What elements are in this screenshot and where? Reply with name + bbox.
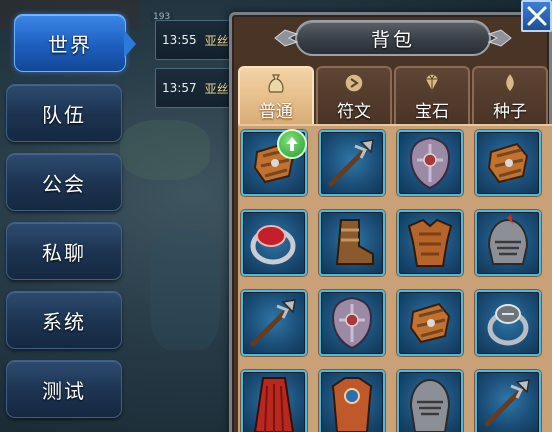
inventory-slot[interactable] bbox=[319, 370, 385, 432]
gem-icon bbox=[424, 73, 440, 94]
shield-icon bbox=[409, 136, 451, 190]
trident-icon bbox=[328, 139, 374, 187]
inventory-slot[interactable] bbox=[319, 210, 385, 276]
channel-label: 世界 bbox=[48, 32, 92, 57]
tab-label: 宝石 bbox=[415, 102, 449, 122]
channel-system-button[interactable]: 系统 bbox=[6, 291, 122, 349]
upgrade-arrow-icon bbox=[286, 137, 298, 151]
inventory-slot[interactable] bbox=[397, 130, 463, 196]
shield-icon bbox=[331, 296, 373, 350]
close-icon bbox=[527, 6, 546, 26]
upgrade-badge bbox=[277, 129, 307, 159]
seed-icon bbox=[504, 71, 516, 94]
bag-tabs: 普通 符文 宝石 种子 bbox=[238, 66, 552, 124]
channel-team-button[interactable]: 队伍 bbox=[6, 84, 122, 142]
channel-label: 私聊 bbox=[42, 240, 86, 265]
close-button[interactable] bbox=[521, 0, 552, 32]
channel-label: 测试 bbox=[42, 378, 86, 403]
channel-test-button[interactable]: 测试 bbox=[6, 360, 122, 418]
inventory-slot[interactable] bbox=[397, 370, 463, 432]
tab-seed[interactable]: 种子 bbox=[472, 66, 548, 124]
bag-title-bar: 背包 bbox=[273, 14, 513, 62]
cloak-icon bbox=[253, 377, 295, 432]
inventory-slot[interactable] bbox=[397, 290, 463, 356]
inventory-slot[interactable] bbox=[319, 130, 385, 196]
helmet-icon bbox=[487, 214, 529, 265]
channel-label: 队伍 bbox=[42, 102, 86, 127]
trident-icon bbox=[484, 379, 530, 427]
inventory-slot[interactable] bbox=[475, 370, 541, 432]
helmet-icon bbox=[409, 378, 451, 432]
tab-normal[interactable]: 普通 bbox=[238, 66, 314, 124]
message-time: 13:57 bbox=[162, 81, 197, 95]
rune-icon bbox=[344, 73, 364, 93]
ornament-icon bbox=[487, 29, 512, 47]
message-sender[interactable]: 亚丝 bbox=[205, 32, 229, 49]
pouch-icon bbox=[268, 74, 284, 93]
inventory-slot[interactable] bbox=[241, 210, 307, 276]
channel-guild-button[interactable]: 公会 bbox=[6, 153, 122, 211]
background-scenery bbox=[150, 230, 220, 350]
chestplate-icon bbox=[331, 377, 373, 432]
bracer-icon bbox=[487, 142, 529, 184]
inventory-slot[interactable] bbox=[241, 370, 307, 432]
inventory-slot[interactable] bbox=[475, 210, 541, 276]
ring-icon bbox=[487, 304, 529, 346]
inventory-slot[interactable] bbox=[475, 290, 541, 356]
inventory-slot[interactable] bbox=[241, 290, 307, 356]
active-channel-pointer-icon bbox=[124, 30, 136, 58]
inventory-slot[interactable] bbox=[397, 210, 463, 276]
trident-icon bbox=[250, 299, 296, 347]
message-time: 13:55 bbox=[162, 33, 197, 47]
ornament-icon bbox=[274, 29, 299, 47]
boots-icon bbox=[335, 219, 374, 265]
bag-title: 背包 bbox=[370, 28, 415, 51]
tab-rune[interactable]: 符文 bbox=[316, 66, 392, 124]
inventory-slot[interactable] bbox=[319, 290, 385, 356]
channel-private-button[interactable]: 私聊 bbox=[6, 222, 122, 280]
tab-gem[interactable]: 宝石 bbox=[394, 66, 470, 124]
background-scenery bbox=[120, 120, 210, 180]
tab-label: 符文 bbox=[337, 102, 371, 122]
ring-icon bbox=[250, 225, 296, 265]
inventory-slot[interactable] bbox=[475, 130, 541, 196]
chat-channel-list: 世界 队伍 公会 私聊 系统 测试 bbox=[6, 0, 126, 432]
bracer-icon bbox=[409, 302, 451, 344]
channel-label: 公会 bbox=[42, 171, 86, 196]
armor-icon bbox=[407, 218, 453, 267]
channel-label: 系统 bbox=[42, 309, 86, 334]
tab-label: 种子 bbox=[493, 102, 527, 122]
channel-world-button[interactable]: 世界 bbox=[14, 14, 126, 72]
tab-label: 普通 bbox=[259, 102, 293, 122]
message-sender[interactable]: 亚丝 bbox=[205, 80, 229, 97]
